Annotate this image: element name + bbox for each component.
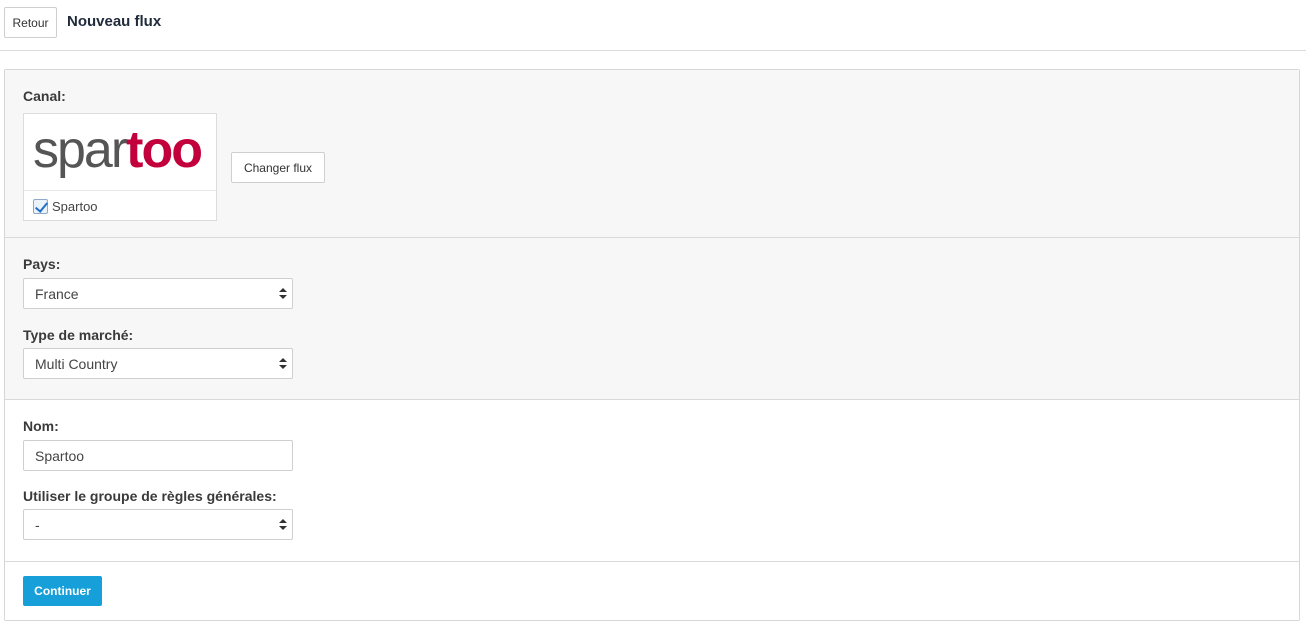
- page-title: Nouveau flux: [67, 13, 162, 30]
- back-button[interactable]: Retour: [4, 7, 57, 38]
- rules-group-select-value: -: [35, 517, 40, 533]
- country-select[interactable]: France: [23, 278, 293, 309]
- continue-button[interactable]: Continuer: [23, 576, 102, 606]
- channel-checkbox-row[interactable]: Spartoo: [33, 198, 98, 214]
- name-input[interactable]: [23, 440, 293, 471]
- market-type-select[interactable]: Multi Country: [23, 348, 293, 379]
- spartoo-logo: spartoo: [33, 121, 203, 179]
- select-caret-icon: [279, 288, 287, 300]
- country-select-value: France: [35, 286, 79, 302]
- select-caret-icon: [279, 358, 287, 370]
- top-bar: Retour Nouveau flux: [0, 0, 1306, 51]
- channel-section: Canal: spartoo Spartoo Changer flux: [5, 70, 1299, 238]
- channel-name: Spartoo: [52, 198, 98, 214]
- rules-group-label: Utiliser le groupe de règles générales:: [23, 488, 277, 504]
- name-label: Nom:: [23, 418, 59, 434]
- name-section: Nom: Utiliser le groupe de règles généra…: [5, 400, 1299, 562]
- change-feed-button[interactable]: Changer flux: [231, 152, 325, 183]
- country-label: Pays:: [23, 256, 61, 272]
- market-type-select-value: Multi Country: [35, 356, 118, 372]
- new-feed-form: Canal: spartoo Spartoo Changer flux Pays…: [4, 69, 1300, 621]
- channel-checkbox[interactable]: [33, 198, 48, 214]
- actions-section: Continuer: [5, 562, 1299, 620]
- channel-card[interactable]: spartoo Spartoo: [23, 113, 217, 221]
- channel-logo: spartoo: [24, 114, 216, 191]
- country-section: Pays: France Type de marché: Multi Count…: [5, 238, 1299, 400]
- select-caret-icon: [279, 519, 287, 531]
- channel-label: Canal:: [23, 88, 66, 104]
- market-type-label: Type de marché:: [23, 327, 134, 343]
- rules-group-select[interactable]: -: [23, 509, 293, 540]
